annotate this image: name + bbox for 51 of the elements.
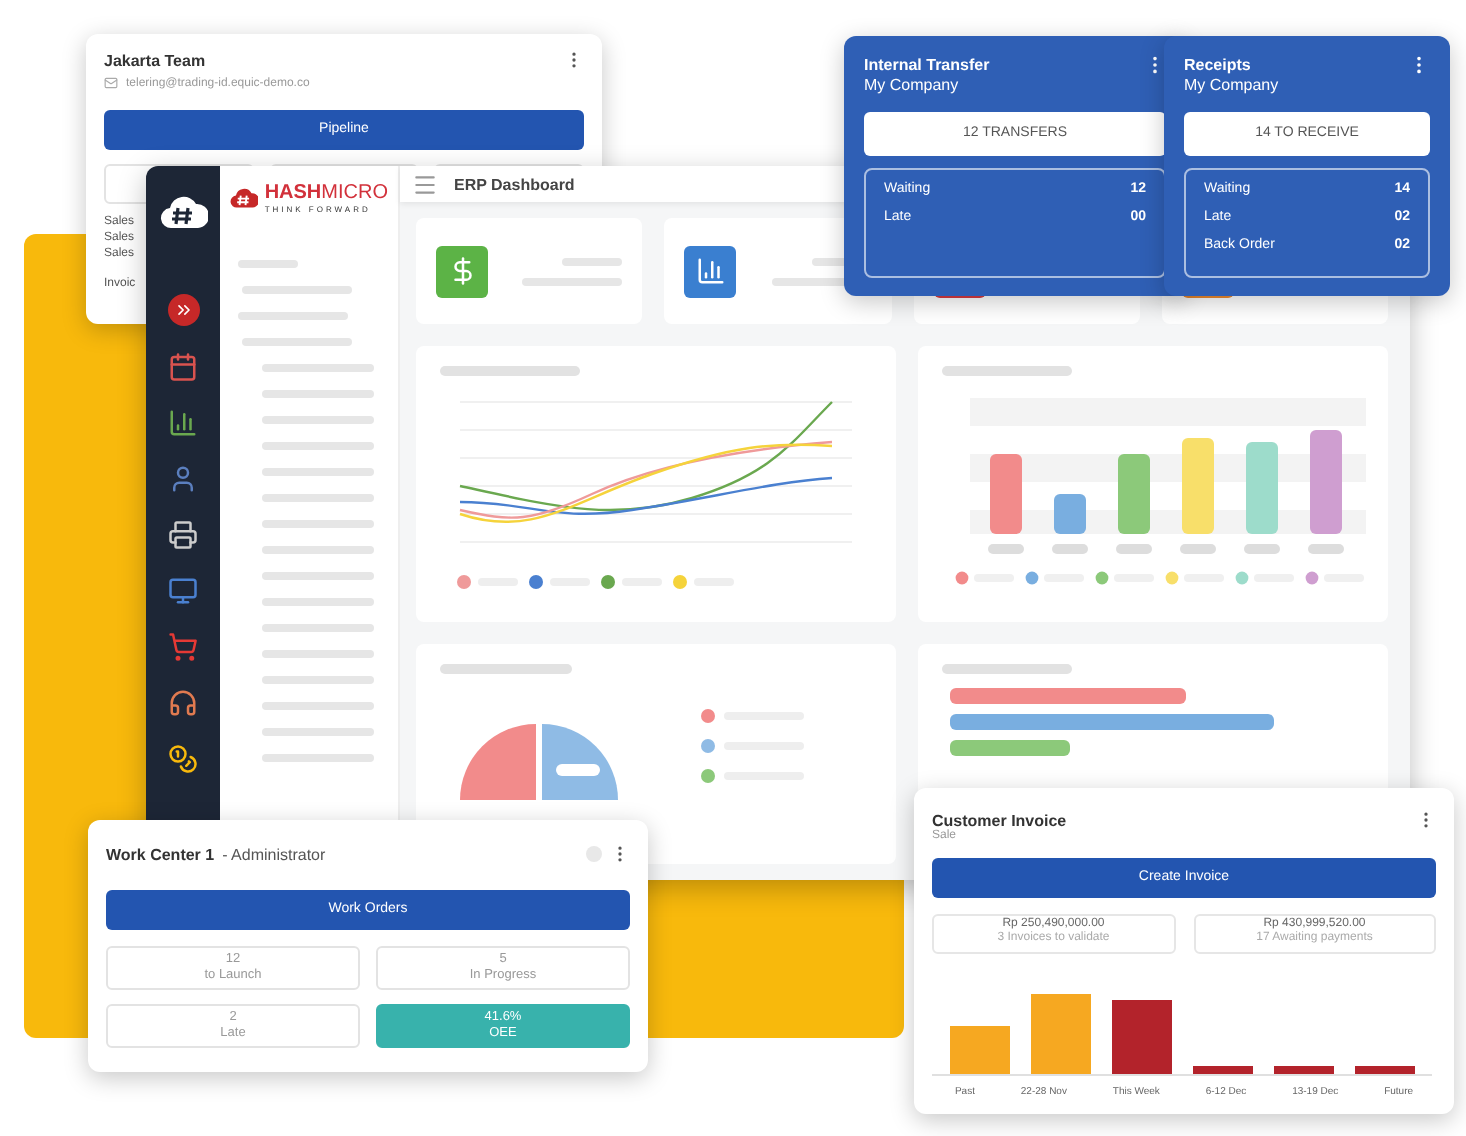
bar-chart-icon[interactable] (168, 408, 198, 438)
pie-slice (460, 724, 536, 800)
monitor-icon[interactable] (168, 576, 198, 606)
chart-bar (1355, 1066, 1415, 1074)
printer-icon[interactable] (168, 520, 198, 550)
coins-icon[interactable] (168, 744, 198, 774)
legend-dot (1095, 571, 1109, 585)
card-title: Internal Transfer (864, 56, 990, 74)
brand-name: HASHMICRO (264, 183, 388, 203)
chart-bar (1031, 994, 1091, 1074)
dollar-icon (436, 245, 488, 297)
chart-bar (1112, 1000, 1172, 1074)
card-title: Receipts (1184, 56, 1251, 74)
legend-dot (701, 709, 715, 723)
card-title: Work Center 1 (106, 845, 215, 863)
legend-dot (1235, 571, 1249, 585)
chart-bar (1193, 1066, 1253, 1074)
legend-dot (701, 739, 715, 753)
bar-chart-icon (684, 245, 737, 297)
card-title: Jakarta Team (104, 51, 206, 69)
legend-dot (457, 575, 471, 589)
chart-bar (1310, 430, 1342, 534)
role-label: - Administrator (222, 845, 326, 863)
legend-dot (1305, 571, 1319, 585)
chart-bar (1246, 442, 1278, 534)
page-title: ERP Dashboard (454, 175, 575, 193)
chart-bar (1054, 494, 1086, 534)
calendar-icon[interactable] (168, 352, 198, 382)
company-name: My Company (1184, 76, 1281, 94)
double-chevron-icon[interactable] (167, 294, 199, 326)
legend-dot (673, 575, 687, 589)
headset-icon[interactable] (168, 688, 198, 718)
card-title: Customer Invoice (932, 811, 1067, 829)
legend-dot (601, 575, 615, 589)
cart-icon[interactable] (168, 632, 198, 662)
legend-dot (955, 571, 969, 585)
legend-dot (529, 575, 543, 589)
menu-icon[interactable] (412, 171, 438, 197)
legend-dot (1025, 571, 1039, 585)
chart-bar (1274, 1066, 1334, 1074)
mail-icon (104, 76, 118, 90)
legend-dot (1165, 571, 1179, 585)
person-icon[interactable] (168, 464, 198, 494)
company-name: My Company (864, 76, 961, 94)
chart-bar (1118, 454, 1150, 534)
cloud-logo-icon (159, 194, 207, 230)
chart-bar (1182, 438, 1214, 534)
chart-bar (950, 740, 1070, 756)
legend-dot (701, 769, 715, 783)
chart-bar (950, 1026, 1010, 1074)
chart-bar (990, 454, 1022, 534)
